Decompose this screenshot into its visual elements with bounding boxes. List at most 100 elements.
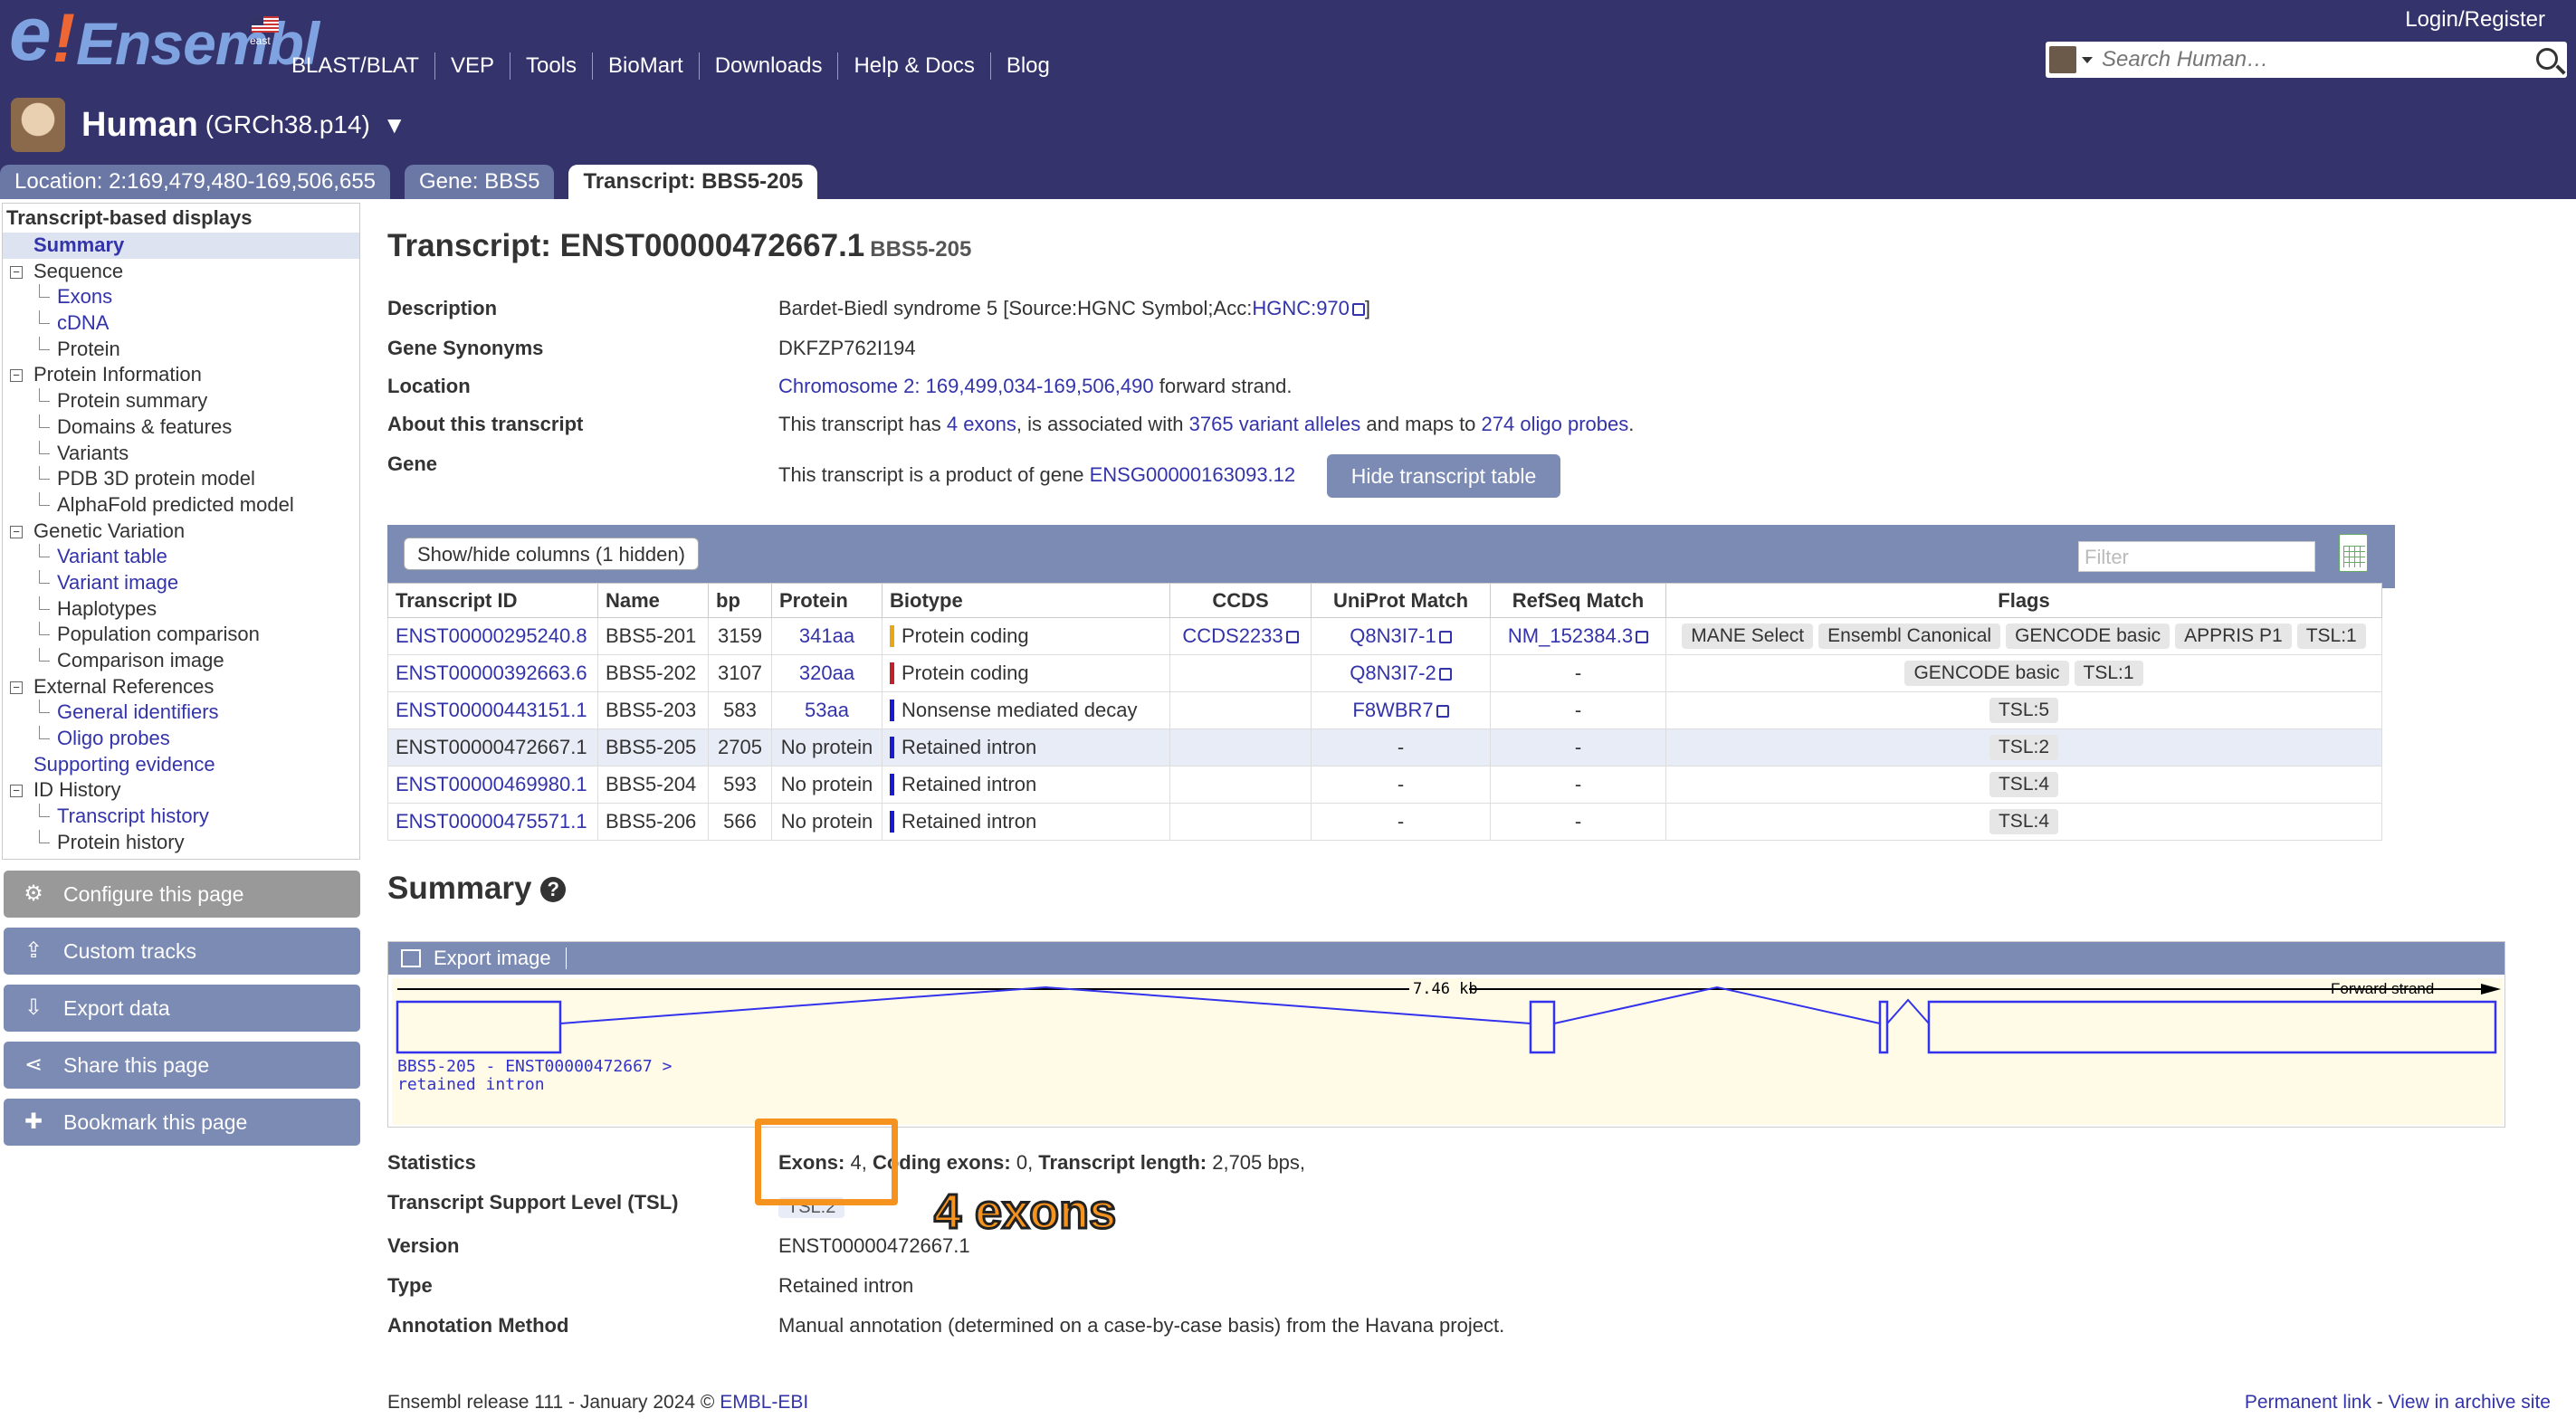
embl-ebi-link[interactable]: EMBL-EBI	[720, 1392, 808, 1413]
nav-blog[interactable]: Blog	[991, 52, 1065, 80]
sidebar-item-protein-summary[interactable]: Protein summary	[3, 388, 359, 414]
column-header[interactable]: Biotype	[882, 583, 1170, 618]
exon-3[interactable]	[1878, 1000, 1889, 1054]
sidebar-item-comparison-image[interactable]: Comparison image	[3, 648, 359, 674]
exon-2[interactable]	[1529, 1000, 1556, 1054]
sidebar-item-transcript-history[interactable]: Transcript history	[3, 804, 359, 830]
sidebar-item-variant-image[interactable]: Variant image	[3, 569, 359, 596]
nav-vep[interactable]: VEP	[435, 52, 510, 80]
show-hide-columns-button[interactable]: Show/hide columns (1 hidden)	[404, 538, 699, 570]
sidebar-item-domains-features[interactable]: Domains & features	[3, 414, 359, 441]
chevron-down-icon[interactable]: ▼	[383, 111, 406, 139]
table-row: ENST00000469980.1 BBS5-204 593 No protein Re…	[387, 766, 2382, 804]
assembly: (GRCh38.p14)	[205, 110, 370, 138]
sidebar-item-exons[interactable]: Exons	[3, 284, 359, 310]
collapse-icon[interactable]: −	[10, 785, 23, 798]
search-input[interactable]	[2102, 47, 2500, 72]
filter-input[interactable]: Filter	[2078, 541, 2315, 572]
probes-link[interactable]: 274 oligo probes	[1482, 413, 1629, 435]
custom-tracks-button[interactable]: ⇪ Custom tracks	[4, 928, 360, 975]
sidebar-item-protein[interactable]: Protein	[3, 336, 359, 363]
transcript-id-link[interactable]: ENST00000475571.1	[396, 810, 587, 833]
export-image-button[interactable]: Export image	[434, 947, 551, 969]
sidebar-item-protein-information[interactable]: − Protein Information	[3, 362, 359, 388]
export-data-button[interactable]: ⇩ Export data	[4, 985, 360, 1032]
hide-transcript-table-button[interactable]: Hide transcript table	[1327, 454, 1560, 498]
tab-location[interactable]: Location: 2:169,479,480-169,506,655	[0, 165, 391, 199]
sidebar-item-haplotypes[interactable]: Haplotypes	[3, 595, 359, 623]
nav-tools[interactable]: Tools	[510, 52, 594, 80]
exons-link[interactable]: 4 exons	[947, 413, 1016, 435]
species-icon[interactable]	[2049, 46, 2076, 73]
sidebar-item-genetic-variation[interactable]: − Genetic Variation	[3, 519, 359, 545]
login-register-link[interactable]: Login/Register	[2405, 7, 2545, 33]
sidebar-item-variant-table[interactable]: Variant table	[3, 544, 359, 570]
sidebar-item-id-history[interactable]: − ID History	[3, 777, 359, 804]
column-header[interactable]: Protein	[771, 583, 883, 618]
exon-4[interactable]	[1927, 1000, 2497, 1054]
transcript-id-link[interactable]: ENST00000392663.6	[396, 662, 587, 684]
sidebar-item-protein-history[interactable]: Protein history	[3, 829, 359, 856]
column-header[interactable]: Transcript ID	[387, 583, 598, 618]
gene-link[interactable]: ENSG00000163093.12	[1090, 463, 1296, 486]
bookmark-this-page-button[interactable]: ✚ Bookmark this page	[4, 1099, 360, 1146]
sidebar-item-pdb-3d-protein-model[interactable]: PDB 3D protein model	[3, 466, 359, 492]
transcript-id-link[interactable]: ENST00000443151.1	[396, 699, 587, 721]
sidebar-item-oligo-probes[interactable]: Oligo probes	[3, 726, 359, 752]
column-header[interactable]: Flags	[1665, 583, 2382, 618]
collapse-icon[interactable]: −	[10, 681, 23, 694]
nav-biomart[interactable]: BioMart	[593, 52, 700, 80]
sidebar-item-sequence[interactable]: − Sequence	[3, 259, 359, 285]
tab-gene[interactable]: Gene: BBS5	[405, 165, 555, 199]
permanent-link[interactable]: Permanent link	[2245, 1392, 2371, 1413]
export-spreadsheet-icon[interactable]	[2339, 534, 2368, 572]
track-label[interactable]: BBS5-205 - ENST00000472667 >	[397, 1058, 672, 1076]
configure-this-page-button[interactable]: ⚙ Configure this page	[4, 871, 360, 918]
search-icon[interactable]	[2536, 48, 2558, 70]
help-icon[interactable]: ?	[540, 877, 567, 902]
sidebar-item-population-comparison[interactable]: Population comparison	[3, 622, 359, 648]
collapse-icon[interactable]: −	[10, 265, 23, 279]
collapse-icon[interactable]: −	[10, 369, 23, 383]
transcript-id-link[interactable]: ENST00000295240.8	[396, 624, 587, 647]
transcript-track[interactable]: 7.46 kb Forward strand BBS5-205 - ENST00…	[392, 978, 2503, 1125]
sidebar-item-general-identifiers[interactable]: General identifiers	[3, 700, 359, 726]
tree-branch	[39, 726, 50, 740]
sidebar-item-external-references[interactable]: − External References	[3, 674, 359, 700]
masthead: e! Ensembl east BLAST/BLAT VEP Tools BioMart…	[0, 0, 2576, 199]
variants-link[interactable]: 3765 variant alleles	[1189, 413, 1361, 435]
refseq-link[interactable]: NM_152384.3	[1508, 624, 1633, 647]
column-header[interactable]: RefSeq Match	[1490, 583, 1666, 618]
chevron-down-icon[interactable]	[2082, 56, 2093, 63]
export-image-icon[interactable]	[401, 949, 421, 967]
transcript-id-link[interactable]: ENST00000469980.1	[396, 773, 587, 795]
nav-downloads[interactable]: Downloads	[700, 52, 839, 80]
sidebar-item-summary[interactable]: Summary	[3, 233, 359, 259]
protein-link[interactable]: 53aa	[805, 699, 849, 721]
uniprot-link[interactable]: F8WBR7	[1352, 699, 1433, 721]
ccds-link[interactable]: CCDS2233	[1182, 624, 1283, 647]
column-header[interactable]: CCDS	[1169, 583, 1312, 618]
uniprot-link[interactable]: Q8N3I7-1	[1350, 624, 1436, 647]
species-selector[interactable]: Human (GRCh38.p14) ▼	[11, 98, 406, 152]
column-header[interactable]: bp	[708, 583, 772, 618]
protein-link[interactable]: 320aa	[799, 662, 854, 684]
sidebar-item-cdna[interactable]: cDNA	[3, 310, 359, 337]
location-link[interactable]: Chromosome 2: 169,499,034-169,506,490	[778, 375, 1154, 397]
sidebar-item-variants[interactable]: Variants	[3, 440, 359, 467]
archive-link[interactable]: View in archive site	[2389, 1392, 2551, 1413]
column-header[interactable]: Name	[597, 583, 709, 618]
sidebar-item-supporting-evidence[interactable]: Supporting evidence	[3, 752, 359, 778]
share-this-page-button[interactable]: ⋖ Share this page	[4, 1042, 360, 1089]
collapse-icon[interactable]: −	[10, 525, 23, 538]
uniprot-link[interactable]: Q8N3I7-2	[1350, 662, 1436, 684]
column-header[interactable]: UniProt Match	[1311, 583, 1491, 618]
protein-link[interactable]: 341aa	[799, 624, 854, 647]
sidebar-item-alphafold-predicted-model[interactable]: AlphaFold predicted model	[3, 491, 359, 519]
exon-1[interactable]	[396, 1000, 562, 1054]
nav-help-docs[interactable]: Help & Docs	[838, 52, 991, 80]
tab-transcript[interactable]: Transcript: BBS5-205	[568, 165, 818, 199]
transcript-id-link[interactable]: ENST00000472667.1	[396, 736, 587, 758]
hgnc-link[interactable]: HGNC:970	[1252, 297, 1350, 319]
nav-blast-blat[interactable]: BLAST/BLAT	[291, 52, 435, 80]
